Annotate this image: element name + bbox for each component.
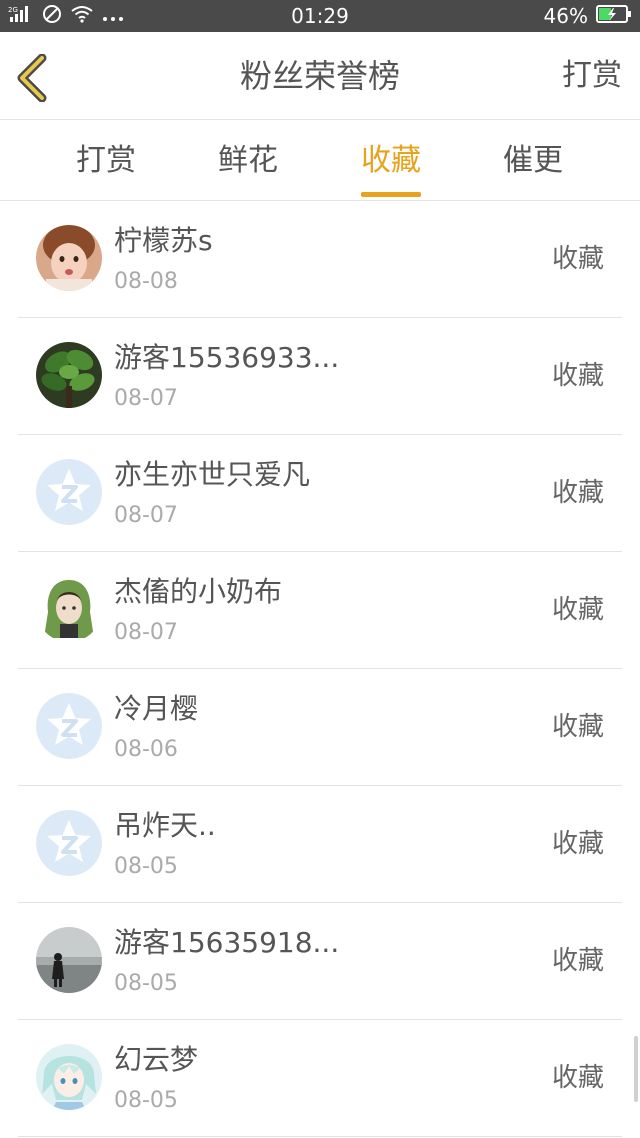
list-item[interactable]: 幻云梦 08-05 收藏 bbox=[18, 1020, 622, 1137]
list-item[interactable]: 亦生亦世只爱凡 08-07 收藏 bbox=[18, 435, 622, 552]
default-star-avatar bbox=[36, 810, 102, 876]
fan-date: 08-07 bbox=[114, 386, 178, 411]
tab-flowers[interactable]: 鲜花 bbox=[198, 121, 298, 201]
anime-avatar bbox=[36, 1044, 102, 1110]
tab-reward[interactable]: 打赏 bbox=[56, 121, 156, 201]
fan-date: 08-05 bbox=[114, 854, 178, 879]
photo-girl-avatar bbox=[36, 225, 102, 291]
list-item[interactable]: 冷月樱 08-06 收藏 bbox=[18, 669, 622, 786]
tab-urge[interactable]: 催更 bbox=[483, 121, 583, 201]
fan-date: 08-07 bbox=[114, 620, 178, 645]
fan-action: 收藏 bbox=[551, 946, 604, 976]
list-item[interactable]: 游客15635918... 08-05 收藏 bbox=[18, 903, 622, 1020]
fan-name: 冷月樱 bbox=[114, 692, 199, 725]
page-title: 粉丝荣誉榜 bbox=[239, 57, 400, 95]
fan-list: 柠檬苏s 08-08 收藏 游客15536933... 08-07 收藏 亦生亦… bbox=[0, 201, 640, 1137]
active-tab-indicator bbox=[361, 192, 421, 197]
photo-figure-avatar bbox=[36, 927, 102, 993]
list-item[interactable]: 柠檬苏s 08-08 收藏 bbox=[18, 201, 622, 318]
fan-action: 收藏 bbox=[551, 244, 604, 274]
green-hood-avatar bbox=[36, 576, 102, 642]
fan-date: 08-07 bbox=[114, 503, 178, 528]
plant-avatar bbox=[36, 342, 102, 408]
default-star-avatar bbox=[36, 459, 102, 525]
list-item[interactable]: 游客15536933... 08-07 收藏 bbox=[18, 318, 622, 435]
fan-name: 柠檬苏s bbox=[114, 224, 213, 257]
fan-action: 收藏 bbox=[551, 829, 604, 859]
fan-name: 幻云梦 bbox=[114, 1043, 199, 1076]
fan-date: 08-05 bbox=[114, 971, 178, 996]
tab-favorites[interactable]: 收藏 bbox=[341, 121, 441, 201]
tab-favorites-label: 收藏 bbox=[361, 143, 421, 178]
tab-bar: 打赏 鲜花 收藏 催更 bbox=[0, 121, 640, 201]
battery-icon bbox=[596, 4, 632, 28]
fan-date: 08-06 bbox=[114, 737, 178, 762]
default-star-avatar bbox=[36, 693, 102, 759]
fan-action: 收藏 bbox=[551, 1063, 604, 1093]
fan-action: 收藏 bbox=[551, 595, 604, 625]
fan-date: 08-05 bbox=[114, 1088, 178, 1113]
fan-name: 杰傗的小奶布 bbox=[114, 575, 283, 608]
fan-name: 游客15536933... bbox=[114, 341, 340, 374]
reward-button[interactable]: 打赏 bbox=[562, 32, 622, 120]
header: 粉丝荣誉榜 打赏 bbox=[0, 32, 640, 120]
fan-name: 游客15635918... bbox=[114, 926, 340, 959]
battery-percent: 46% bbox=[543, 4, 588, 28]
list-item[interactable]: 吊炸天.. 08-05 收藏 bbox=[18, 786, 622, 903]
fan-name: 吊炸天.. bbox=[114, 809, 216, 842]
fan-action: 收藏 bbox=[551, 361, 604, 391]
fan-action: 收藏 bbox=[551, 712, 604, 742]
fan-date: 08-08 bbox=[114, 269, 178, 294]
fan-name: 亦生亦世只爱凡 bbox=[114, 458, 311, 491]
scrollbar[interactable] bbox=[634, 1036, 638, 1102]
status-bar: 2G 01:29 46% bbox=[0, 0, 640, 32]
fan-action: 收藏 bbox=[551, 478, 604, 508]
list-item[interactable]: 杰傗的小奶布 08-07 收藏 bbox=[18, 552, 622, 669]
